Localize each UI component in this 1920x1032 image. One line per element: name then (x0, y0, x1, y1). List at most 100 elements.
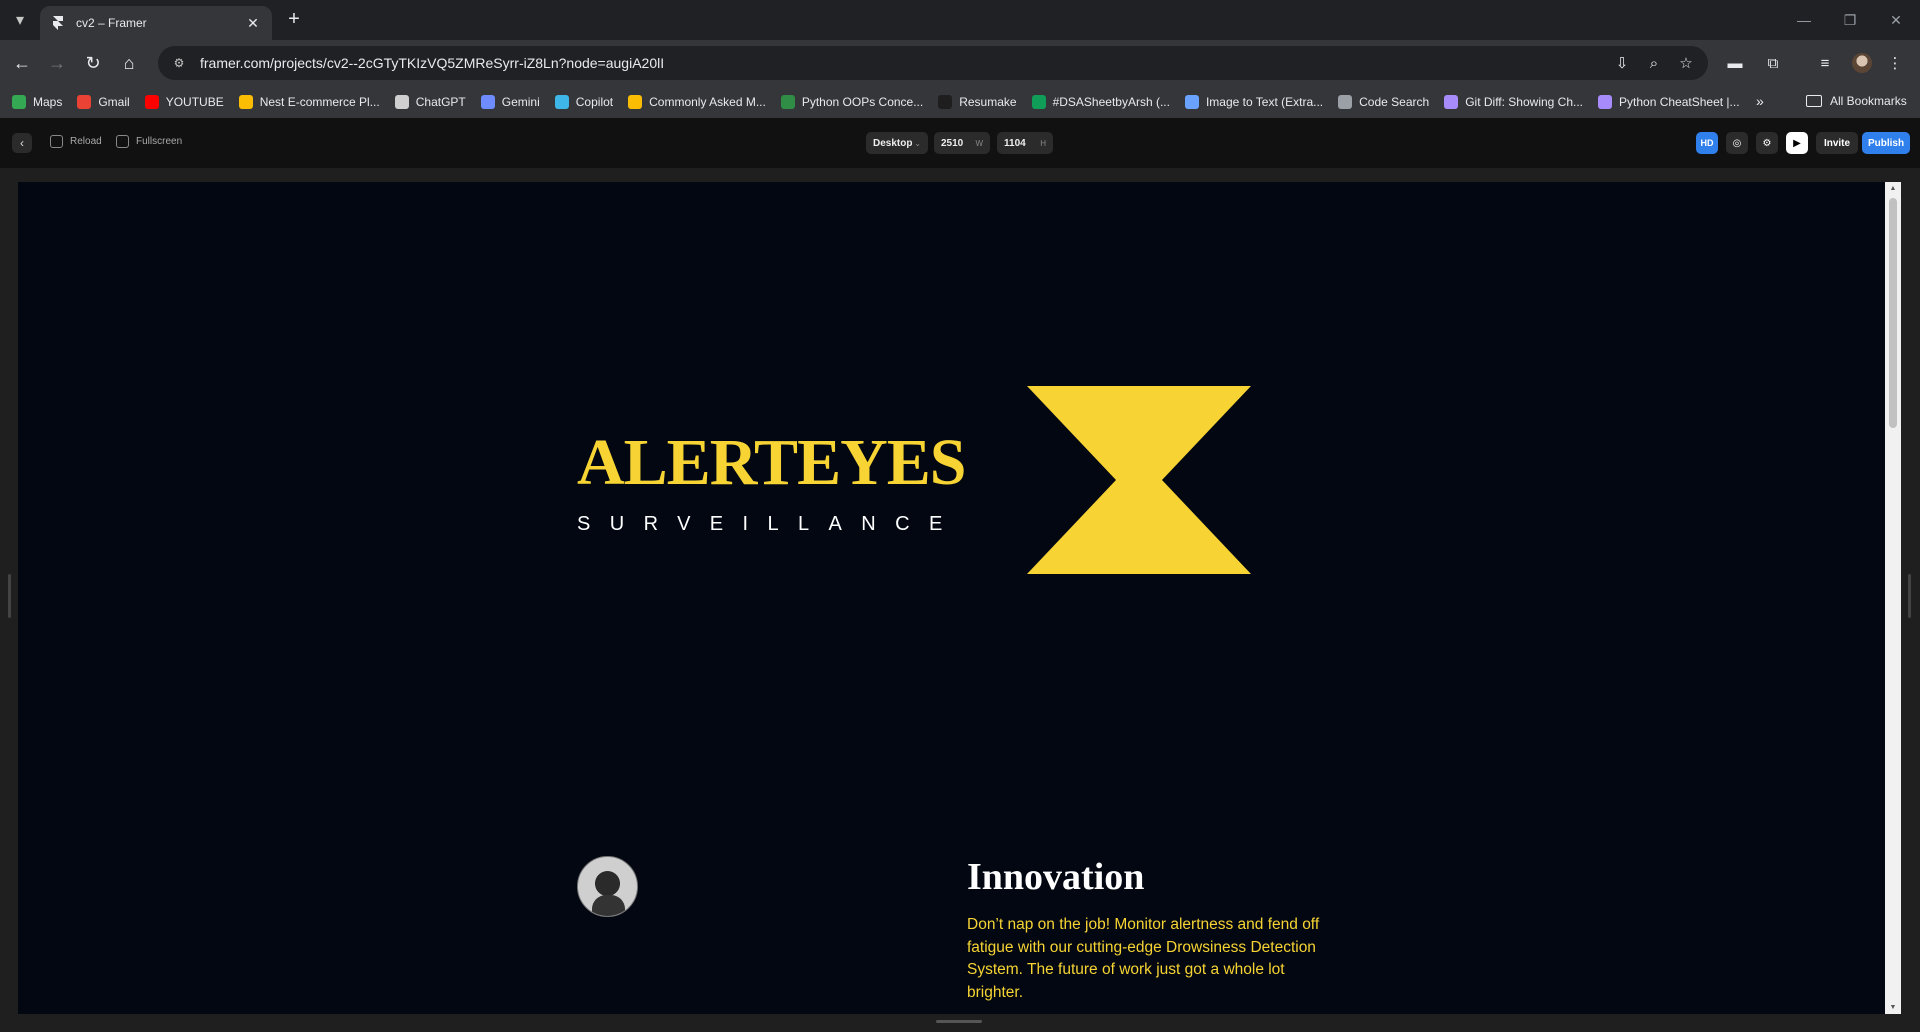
extensions-puzzle-icon[interactable]: ⧉ (1762, 53, 1784, 75)
reload-icon (50, 135, 63, 148)
bookmark-favicon-icon (1031, 95, 1046, 109)
profile-avatar[interactable] (1852, 53, 1872, 73)
bookmark-label: Resumake (959, 95, 1017, 109)
bookmark-item[interactable]: Python OOPs Conce... (780, 95, 924, 109)
fullscreen-button[interactable]: Fullscreen (116, 135, 182, 148)
zoom-icon[interactable]: ⌕ (1644, 54, 1664, 74)
back-chevron-icon[interactable]: ‹ (12, 133, 32, 153)
brand-title: ALERTEYES (577, 426, 966, 499)
bookmark-label: Image to Text (Extra... (1205, 95, 1324, 109)
bookmark-item[interactable]: Resumake (938, 95, 1017, 109)
avatar (577, 856, 638, 917)
media-control-icon[interactable]: ≡ (1814, 53, 1836, 75)
all-bookmarks-button[interactable]: All Bookmarks (1806, 94, 1907, 108)
menu-icon[interactable]: ⋮ (1884, 53, 1906, 75)
bookmark-label: Python OOPs Conce... (801, 95, 924, 109)
extension-icon[interactable]: ▬ (1724, 53, 1746, 75)
brand-subtitle: SURVEILLANCE (577, 513, 962, 535)
reload-button[interactable]: Reload (50, 135, 102, 148)
bookmark-item[interactable]: ChatGPT (394, 95, 466, 109)
tab-active[interactable]: cv2 – Framer ✕ (40, 6, 272, 40)
tab-close-icon[interactable]: ✕ (244, 15, 262, 32)
bookmark-favicon-icon (628, 95, 643, 109)
bookmark-favicon-icon (77, 95, 92, 109)
bookmark-favicon-icon (938, 95, 953, 109)
left-resize-handle[interactable] (8, 574, 11, 618)
bookmark-item[interactable]: Copilot (554, 95, 614, 109)
framer-preview-bar: ‹ Reload Fullscreen Desktop ⌄ 2510 W 110… (0, 118, 1920, 168)
invite-button[interactable]: Invite (1816, 132, 1858, 154)
bookmark-favicon-icon (1184, 95, 1199, 109)
fullscreen-label: Fullscreen (136, 136, 183, 147)
install-app-icon[interactable]: ⇩ (1612, 54, 1632, 74)
bookmark-favicon-icon (1598, 95, 1613, 109)
bookmark-item[interactable]: Gmail (77, 95, 130, 109)
canvas-scrollbar[interactable]: ▲ ▼ (1885, 182, 1901, 1014)
bookmark-favicon-icon (238, 95, 253, 109)
bookmark-item[interactable]: Gemini (480, 95, 540, 109)
bookmark-item[interactable]: Maps (12, 95, 62, 109)
settings-gear-icon[interactable]: ⚙ (1756, 132, 1778, 154)
bookmark-favicon-icon (554, 95, 569, 109)
bookmark-favicon-icon (394, 95, 409, 109)
device-select[interactable]: Desktop ⌄ (866, 132, 928, 154)
height-value: 1104 (1004, 137, 1026, 149)
bookmark-label: Git Diff: Showing Ch... (1465, 95, 1584, 109)
reload-label: Reload (70, 136, 102, 147)
restore-icon[interactable]: ❐ (1838, 8, 1862, 32)
tab-search-icon[interactable]: ▾ (8, 8, 32, 32)
scroll-thumb[interactable] (1889, 198, 1897, 428)
minimize-icon[interactable]: — (1792, 8, 1816, 32)
folder-icon (1806, 95, 1822, 107)
forward-icon[interactable]: → (44, 50, 70, 76)
hd-toggle[interactable]: HD (1696, 132, 1718, 154)
bookmark-item[interactable]: #DSASheetbyArsh (... (1031, 95, 1170, 109)
new-tab-icon[interactable]: + (282, 8, 306, 32)
close-window-icon[interactable]: ✕ (1884, 8, 1908, 32)
scroll-down-icon[interactable]: ▼ (1889, 1004, 1897, 1011)
fullscreen-icon (116, 135, 129, 148)
bottom-resize-handle[interactable] (936, 1020, 982, 1023)
bookmark-item[interactable]: Commonly Asked M... (628, 95, 766, 109)
browser-toolbar: ← → ↻ ⌂ ⚙ framer.com/projects/cv2--2cGTy… (0, 40, 1920, 86)
url-text[interactable]: framer.com/projects/cv2--2cGTyTKIzVQ5ZMR… (200, 55, 664, 71)
bookmark-item[interactable]: Image to Text (Extra... (1184, 95, 1324, 109)
preview-area: ALERTEYES SURVEILLANCE Innovation Don’t … (0, 168, 1920, 1032)
tab-title: cv2 – Framer (76, 16, 147, 30)
bookmark-item[interactable]: Git Diff: Showing Ch... (1444, 95, 1583, 109)
height-field[interactable]: 1104 H (997, 132, 1053, 154)
width-unit: W (975, 138, 983, 148)
bookmark-favicon-icon (12, 95, 26, 109)
width-field[interactable]: 2510 W (934, 132, 990, 154)
height-unit: H (1040, 138, 1046, 148)
reload-icon[interactable]: ↻ (80, 50, 106, 76)
more-bookmarks-icon[interactable]: » (1756, 93, 1764, 109)
tab-strip: ▾ cv2 – Framer ✕ + — ❐ ✕ (0, 0, 1920, 40)
bookmark-label: Copilot (575, 95, 614, 109)
address-bar[interactable]: ⚙ framer.com/projects/cv2--2cGTyTKIzVQ5Z… (158, 46, 1708, 80)
bookmark-favicon-icon (144, 95, 159, 109)
innovation-heading: Innovation (967, 856, 1145, 898)
device-value: Desktop (873, 137, 913, 149)
bookmark-star-icon[interactable]: ☆ (1676, 54, 1696, 74)
bookmark-label: YOUTUBE (165, 95, 224, 109)
bookmark-item[interactable]: YOUTUBE (144, 95, 224, 109)
globe-icon[interactable]: ◎ (1726, 132, 1748, 154)
bookmark-favicon-icon (1338, 95, 1353, 109)
bookmark-item[interactable]: Python CheatSheet |... (1598, 95, 1740, 109)
bookmark-favicon-icon (780, 95, 795, 109)
bookmark-label: Code Search (1359, 95, 1430, 109)
back-icon[interactable]: ← (9, 50, 35, 76)
right-resize-handle[interactable] (1908, 574, 1911, 618)
hourglass-logo-icon (1027, 386, 1251, 574)
bookmark-item[interactable]: Code Search (1338, 95, 1429, 109)
scroll-up-icon[interactable]: ▲ (1889, 185, 1897, 192)
bookmark-label: Python CheatSheet |... (1619, 95, 1740, 109)
bookmark-label: Gemini (501, 95, 540, 109)
home-icon[interactable]: ⌂ (116, 50, 142, 76)
publish-button[interactable]: Publish (1862, 132, 1910, 154)
bookmark-item[interactable]: Nest E-commerce Pl... (238, 95, 380, 109)
play-icon[interactable]: ▶ (1786, 132, 1808, 154)
site-canvas: ALERTEYES SURVEILLANCE Innovation Don’t … (18, 182, 1885, 1014)
site-info-icon[interactable]: ⚙ (170, 54, 188, 72)
